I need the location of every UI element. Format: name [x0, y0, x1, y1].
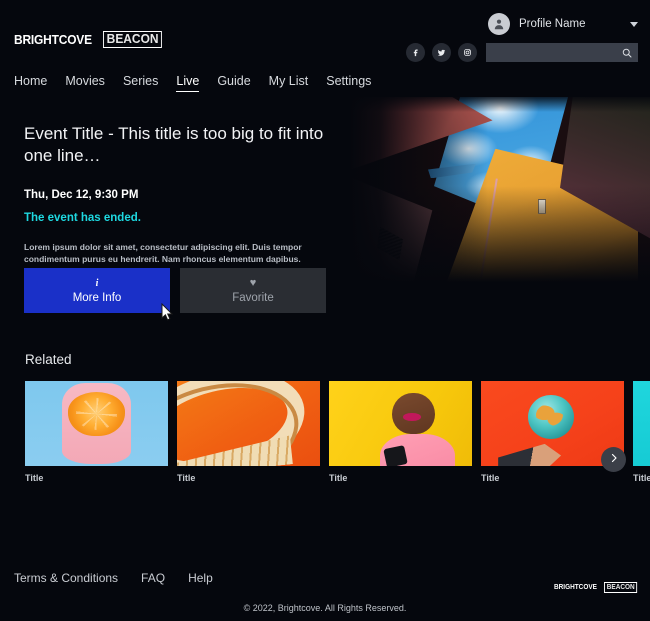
related-thumbnail[interactable]: [633, 381, 650, 466]
chevron-down-icon[interactable]: [630, 21, 638, 27]
site-header: BRIGHTCOVE BEACON Profile Name Home Movi…: [0, 0, 650, 97]
twitter-icon[interactable]: [432, 43, 451, 62]
nav-item-live[interactable]: Live: [176, 74, 199, 92]
related-card[interactable]: Title: [481, 381, 624, 483]
heart-icon: ♥: [249, 276, 257, 289]
favorite-button[interactable]: ♥ Favorite: [180, 268, 326, 313]
social-links: [406, 43, 638, 62]
related-card[interactable]: Title: [25, 381, 168, 483]
related-card[interactable]: Title: [633, 381, 650, 483]
event-date: Thu, Dec 12, 9:30 PM: [24, 189, 139, 201]
profile-name-label: Profile Name: [519, 18, 586, 30]
brand-logo[interactable]: BRIGHTCOVE BEACON: [14, 31, 167, 48]
footer-link-terms[interactable]: Terms & Conditions: [14, 571, 118, 585]
nav-item-movies[interactable]: Movies: [65, 74, 105, 92]
mouse-cursor: [161, 302, 174, 327]
favorite-button-label: Favorite: [232, 291, 274, 304]
nav-item-home[interactable]: Home: [14, 74, 47, 92]
related-card-label: Title: [177, 473, 196, 483]
facebook-icon[interactable]: [406, 43, 425, 62]
copyright-text: © 2022, Brightcove. All Rights Reserved.: [243, 603, 407, 613]
nav-item-guide[interactable]: Guide: [217, 74, 250, 92]
hero-image: [350, 97, 650, 282]
related-heading: Related: [25, 352, 72, 367]
chevron-right-icon: [608, 451, 620, 469]
related-card-label: Title: [25, 473, 44, 483]
main-navigation: Home Movies Series Live Guide My List Se…: [14, 74, 389, 92]
event-actions: i More Info ♥ Favorite: [24, 268, 326, 313]
footer-link-faq[interactable]: FAQ: [141, 571, 165, 585]
related-next-button[interactable]: [601, 447, 626, 472]
instagram-icon[interactable]: [458, 43, 477, 62]
related-thumbnail[interactable]: [25, 381, 168, 466]
nav-item-series[interactable]: Series: [123, 74, 158, 92]
event-title: Event Title - This title is too big to f…: [24, 124, 324, 165]
related-thumbnail[interactable]: [329, 381, 472, 466]
related-thumbnail[interactable]: [177, 381, 320, 466]
user-avatar-icon: [488, 13, 510, 35]
footer-brand-logo-badge: BEACON: [603, 582, 638, 593]
related-card[interactable]: Title: [177, 381, 320, 483]
hero-left-fade: [350, 97, 650, 282]
related-card-label: Title: [329, 473, 348, 483]
related-card-label: Title: [481, 473, 500, 483]
footer-brand-logo-text: BRIGHTCOVE: [554, 584, 598, 591]
related-card[interactable]: Title: [329, 381, 472, 483]
event-status: The event has ended.: [24, 212, 141, 224]
search-icon[interactable]: [621, 46, 633, 64]
info-icon: i: [95, 277, 99, 289]
profile-menu[interactable]: Profile Name: [488, 13, 638, 35]
event-details: Event Title - This title is too big to f…: [24, 123, 334, 277]
brand-logo-text: BRIGHTCOVE: [14, 32, 92, 47]
footer-brand-logo: BRIGHTCOVE BEACON: [554, 582, 640, 593]
nav-item-settings[interactable]: Settings: [326, 74, 371, 92]
nav-item-my-list[interactable]: My List: [269, 74, 309, 92]
more-info-button-label: More Info: [72, 291, 122, 304]
search-field[interactable]: [486, 43, 638, 62]
related-card-label: Title: [633, 473, 650, 483]
more-info-button[interactable]: i More Info: [24, 268, 170, 313]
footer-links: Terms & Conditions FAQ Help: [14, 571, 236, 585]
footer-link-help[interactable]: Help: [188, 571, 213, 585]
related-rail: Title Title Title Title Title: [25, 381, 650, 483]
app-root: BRIGHTCOVE BEACON Profile Name Home Movi…: [0, 0, 650, 621]
brand-logo-badge: BEACON: [102, 31, 162, 48]
